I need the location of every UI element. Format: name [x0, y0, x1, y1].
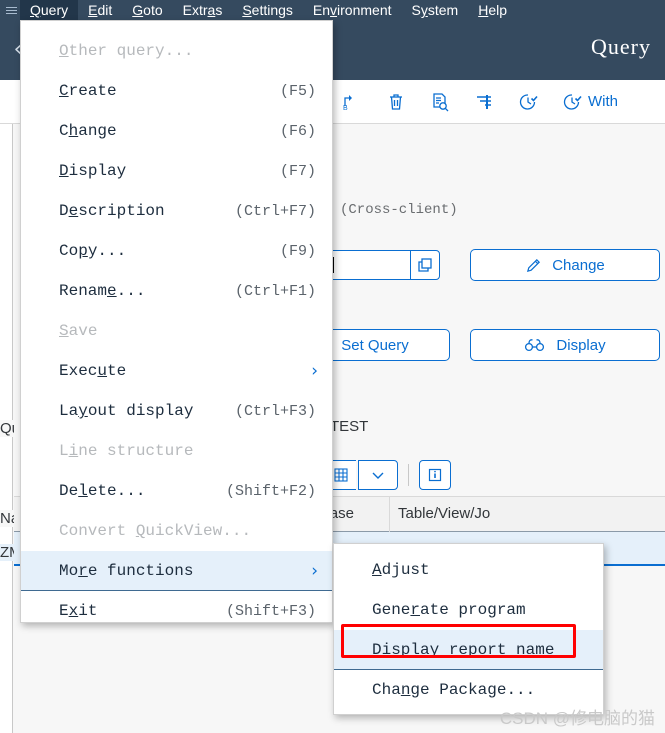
menu-option-label: Copy...: [59, 242, 127, 260]
menu-option-display[interactable]: Display (F7): [21, 151, 332, 191]
left-strip-query-label: Qu: [0, 420, 14, 437]
menu-option-label: Rename...: [59, 282, 146, 300]
menu-option-label: Exit: [59, 602, 98, 620]
menu-option-shortcut: (F7): [279, 162, 316, 180]
menu-option-save: Save: [21, 311, 332, 351]
menu-option-label: Layout display: [59, 402, 194, 420]
menu-option-label: Save: [59, 322, 98, 340]
menu-bar: Query Edit Goto Extras Settings Environm…: [0, 0, 665, 20]
submenu-option-adjust[interactable]: Adjust: [334, 550, 603, 590]
change-button[interactable]: Change: [470, 249, 660, 281]
menu-option-shortcut: (Ctrl+F7): [234, 202, 316, 220]
filter-icon[interactable]: [462, 80, 506, 124]
chevron-right-icon: ›: [311, 560, 318, 581]
menu-option-exit[interactable]: Exit (Shift+F3): [21, 591, 332, 631]
left-strip-code-label: ZM: [0, 544, 14, 561]
delete-trash-icon[interactable]: [374, 80, 418, 124]
glasses-icon: [524, 338, 546, 352]
menu-option-label: Create: [59, 82, 117, 100]
toolbar-separator: [408, 464, 409, 486]
menu-item-query[interactable]: Query: [20, 0, 79, 20]
submenu-option-display-report-name[interactable]: Display report name: [334, 630, 603, 670]
menu-option-copy[interactable]: Copy... (F9): [21, 231, 332, 271]
menu-option-label: Other query...: [59, 42, 194, 60]
menu-item-edit[interactable]: Edit: [78, 0, 122, 20]
menu-item-environment[interactable]: Environment: [303, 0, 402, 20]
sap-gui-window: ‹ Query B With (Cross-client) Change Dis…: [0, 0, 665, 733]
submenu-option-label: Display report name: [372, 640, 555, 659]
svg-text:B: B: [343, 105, 348, 112]
value-help-icon[interactable]: [410, 250, 440, 280]
copy-a-to-b-icon[interactable]: B: [330, 80, 374, 124]
chevron-right-icon: ›: [311, 361, 318, 381]
menu-option-execute[interactable]: Execute ›: [21, 351, 332, 391]
menu-option-label: Display: [59, 162, 127, 180]
menu-option-create[interactable]: Create (F5): [21, 71, 332, 111]
menu-option-change[interactable]: Change (F6): [21, 111, 332, 151]
with-label[interactable]: With: [588, 93, 618, 110]
menu-option-shortcut: (Shift+F3): [225, 602, 316, 620]
document-search-icon[interactable]: [418, 80, 462, 124]
menu-option-rename[interactable]: Rename... (Ctrl+F1): [21, 271, 332, 311]
submenu-option-generate-program[interactable]: Generate program: [334, 590, 603, 630]
menu-item-system[interactable]: System: [402, 0, 469, 20]
menu-option-line-structure: Line structure: [21, 431, 332, 471]
submenu-option-label: Change Package...: [372, 681, 536, 699]
menu-item-help[interactable]: Help: [468, 0, 517, 20]
watermark-text: CSDN @修电脑的猫: [499, 709, 655, 728]
menu-option-shortcut: (Ctrl+F3): [234, 402, 316, 420]
menu-option-shortcut: (F6): [279, 122, 316, 140]
more-functions-submenu: Adjust Generate program Display report nam…: [333, 543, 604, 715]
menu-option-layout-display[interactable]: Layout display (Ctrl+F3): [21, 391, 332, 431]
menu-option-convert-quickview: Convert QuickView...: [21, 511, 332, 551]
submenu-option-label: Generate program: [372, 601, 526, 619]
menu-option-shortcut: (Shift+F2): [225, 482, 316, 500]
menu-option-label: Description: [59, 202, 165, 220]
menu-option-delete[interactable]: Delete... (Shift+F2): [21, 471, 332, 511]
page-title: Query: [591, 34, 651, 59]
menu-option-label: Change: [59, 122, 117, 140]
left-strip-name-label: Na: [0, 510, 14, 527]
menu-option-shortcut: (Ctrl+F1): [234, 282, 316, 300]
menu-option-label: Line structure: [59, 442, 194, 460]
menu-item-extras[interactable]: Extras: [173, 0, 233, 20]
query-dropdown-menu: Other query... Create (F5) Change (F6) Displa…: [20, 20, 333, 623]
menu-item-settings[interactable]: Settings: [232, 0, 303, 20]
clock-icon[interactable]: [506, 80, 550, 124]
display-button[interactable]: Display: [470, 329, 660, 361]
menu-item-goto[interactable]: Goto: [122, 0, 172, 20]
menu-option-more-functions[interactable]: More functions ›: [21, 551, 332, 591]
display-button-label: Display: [556, 336, 606, 354]
query-field-row: T: [318, 250, 440, 280]
change-button-label: Change: [552, 256, 605, 274]
menu-option-shortcut: (F9): [279, 242, 316, 260]
menu-option-label: Convert QuickView...: [59, 522, 252, 540]
menu-option-other-query: Other query...: [21, 31, 332, 71]
pencil-icon: [525, 257, 542, 274]
test-label: TEST: [330, 418, 369, 435]
cross-client-label: (Cross-client): [340, 202, 458, 218]
info-icon[interactable]: [419, 460, 451, 490]
chevron-down-icon[interactable]: [358, 460, 398, 490]
hamburger-icon[interactable]: [0, 0, 20, 20]
table-header-cell[interactable]: Table/View/Jo: [390, 496, 590, 532]
menu-option-label: More functions: [59, 561, 194, 580]
menu-option-label: Delete...: [59, 482, 146, 500]
menu-option-label: Execute: [59, 362, 127, 380]
submenu-option-label: Adjust: [372, 561, 430, 579]
menu-option-shortcut: (F5): [279, 82, 316, 100]
menu-option-description[interactable]: Description (Ctrl+F7): [21, 191, 332, 231]
set-query-button-label: Set Query: [341, 336, 409, 354]
